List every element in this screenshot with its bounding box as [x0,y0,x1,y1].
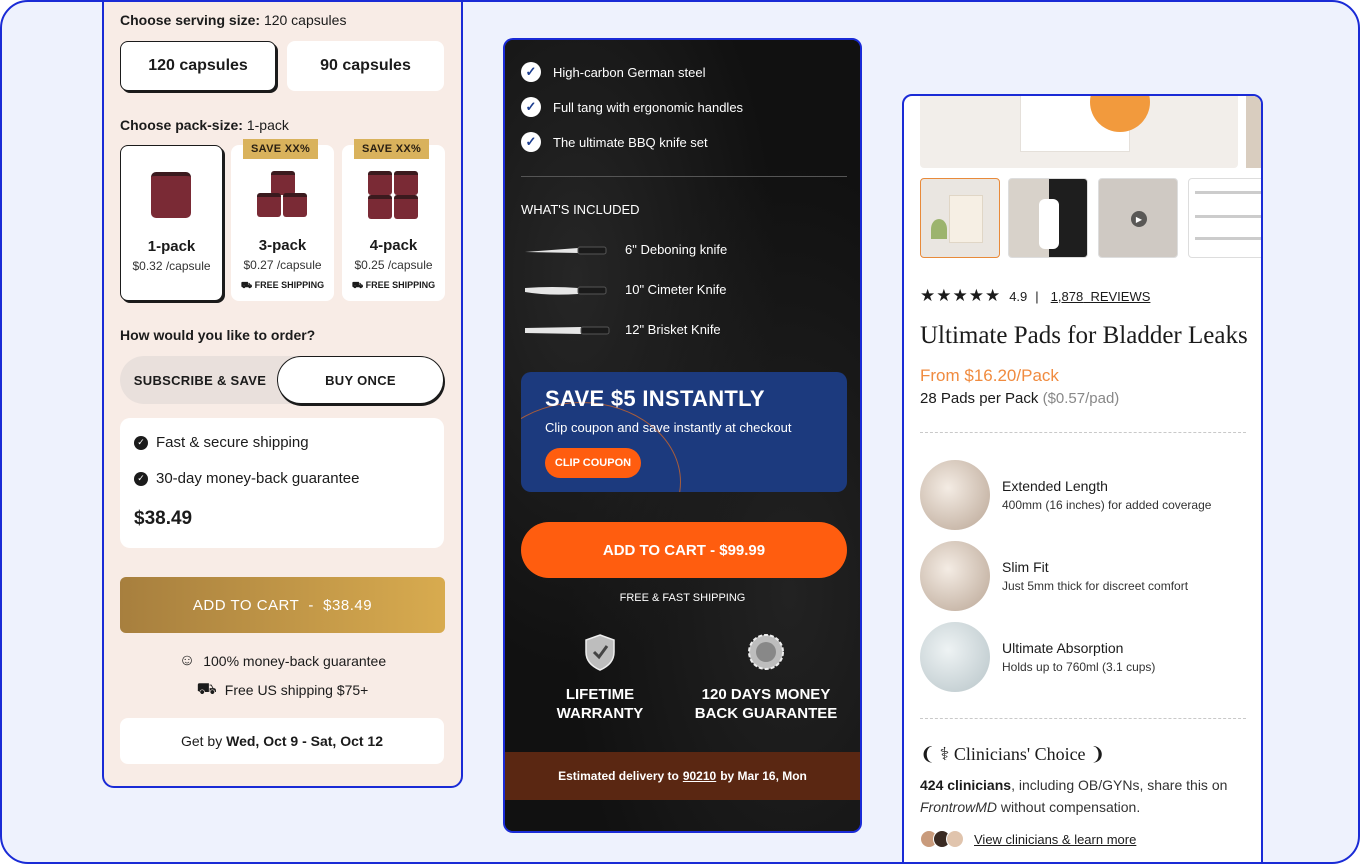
supplement-product-panel: Choose serving size: 120 capsules 120 ca… [102,2,463,788]
reviews-link[interactable]: 1,878 REVIEWS [1051,289,1151,304]
view-clinicians-row: View clinicians & learn more [920,830,1136,848]
feature-slim-fit: Slim Fit Just 5mm thick for discreet comf… [920,541,1188,611]
from-price: From $16.20/Pack [920,366,1059,385]
clinicians-text: 424 clinicians, including OB/GYNs, share… [920,777,1228,815]
save-badge: SAVE XX% [354,139,430,159]
star-rating-icon: ★★★★★ [920,286,1002,305]
feature-item: ✓ High-carbon German steel [521,62,705,82]
buy-once-option[interactable]: BUY ONCE [277,356,444,404]
pack-price: $0.32 /capsule [132,259,211,273]
cimeter-knife-icon [525,286,607,295]
benefits-box: ✓ Fast & secure shipping ✓ 30-day money-ba… [120,418,444,548]
pack-option-1[interactable]: 1-pack $0.32 /capsule [120,145,223,301]
gallery-thumbnail[interactable] [1188,178,1261,258]
zip-code-link[interactable]: 90210 [683,769,716,783]
pack-price: $0.27 /capsule [243,258,322,272]
money-back-guarantee: 120 DAYS MONEY BACK GUARANTEE [691,632,841,723]
subscribe-save-option[interactable]: SUBSCRIBE & SAVE [120,356,280,404]
feature-extended-length: Extended Length 400mm (16 inches) for add… [920,460,1211,530]
check-icon: ✓ [134,471,148,486]
clinician-avatars [920,830,964,848]
next-hero-image[interactable] [1246,96,1261,168]
check-circle-icon: ✓ [521,62,541,82]
product-hero-image[interactable] [920,96,1238,168]
canvas: Choose serving size: 120 capsules 120 ca… [0,0,1360,864]
clip-coupon-button[interactable]: CLIP COUPON [545,448,641,478]
pack-size-label: Choose pack-size: 1-pack [120,117,289,133]
pack-name: 3-pack [258,237,307,254]
check-circle-icon: ✓ [521,132,541,152]
coupon-subtitle: Clip coupon and save instantly at checko… [545,420,792,435]
free-shipping-tag: ⛟ FREE SHIPPING [240,280,325,290]
free-shipping-tag: ⛟ FREE SHIPPING [351,280,436,290]
order-type-label: How would you like to order? [120,327,316,343]
knife-name: 10" Cimeter Knife [625,282,727,297]
divider [521,176,847,177]
coupon-banner: SAVE $5 INSTANTLY Clip coupon and save i… [521,372,847,492]
decorative-arc [521,402,681,492]
knife-product-panel: ✓ High-carbon German steel ✓ Full tang wit… [503,38,862,833]
price: $38.49 [134,508,193,529]
delivery-estimate-bar: Estimated delivery to 90210 by Mar 16, M… [505,752,860,800]
whats-included-heading: WHAT'S INCLUDED [521,202,640,217]
rating-value: 4.9 [1009,288,1028,304]
check-circle-icon: ✓ [521,97,541,117]
feature-image [920,541,990,611]
knife-name: 12" Brisket Knife [625,322,721,337]
pack-name: 1-pack [147,238,196,255]
pack-info: 28 Pads per Pack ($0.57/pad) [920,390,1120,407]
benefit-item: ✓ 30-day money-back guarantee [134,470,359,487]
rating-row: ★★★★★ 4.9 | 1,878 REVIEWS [920,286,1150,306]
free-shipping-note: ⛟ Free US shipping $75+ [196,681,369,698]
add-to-cart-button[interactable]: ADD TO CART - $99.99 [521,522,847,578]
gallery-thumbnail[interactable] [920,178,1000,258]
view-clinicians-link[interactable]: View clinicians & learn more [974,832,1136,847]
pack-name: 4-pack [369,237,418,254]
add-to-cart-button[interactable]: ADD TO CART - $38.49 [120,577,445,633]
feature-item: ✓ The ultimate BBQ knife set [521,132,708,152]
laurel-right-icon: ❩ [1090,744,1106,764]
coupon-title: SAVE $5 INSTANTLY [545,386,765,411]
delivery-estimate: Get by Wed, Oct 9 - Sat, Oct 12 [120,718,444,764]
divider [920,718,1246,719]
divider [920,432,1246,433]
brisket-knife-icon [525,326,610,335]
feature-ultimate-absorption: Ultimate Absorption Holds up to 760ml (3.… [920,622,1155,692]
clinicians-choice-heading: ❨ ⚕ Clinicians' Choice ❩ [920,744,1106,764]
order-type-toggle: SUBSCRIBE & SAVE BUY ONCE [120,356,444,404]
serving-option-90[interactable]: 90 capsules [287,41,444,91]
truck-icon: ⛟ [196,681,217,698]
laurel-left-icon: ❨ ⚕ [920,744,950,764]
separator: | [1035,288,1039,304]
shipping-note: FREE & FAST SHIPPING [619,592,746,604]
pack-option-4[interactable]: SAVE XX% 4-pack $0.25 /capsule ⛟ FREE SH… [342,139,445,301]
shield-icon [585,634,615,671]
serving-option-120[interactable]: 120 capsules [120,41,276,91]
pads-product-panel: ▶ ★★★★★ 4.9 | 1,878 REVIEWS Ultimate Pad… [902,94,1263,862]
deboning-knife-icon [525,246,607,255]
smiley-icon: ☺ [178,652,196,669]
gallery-thumbnail[interactable] [1008,178,1088,258]
feature-image [920,622,990,692]
product-title: Ultimate Pads for Bladder Leaks [920,322,1248,349]
serving-size-label: Choose serving size: 120 capsules [120,12,347,28]
lifetime-warranty: LIFETIME WARRANTY [525,632,675,723]
check-icon: ✓ [134,435,148,450]
feature-item: ✓ Full tang with ergonomic handles [521,97,743,117]
benefit-item: ✓ Fast & secure shipping [134,434,309,451]
feature-image [920,460,990,530]
pack-option-3[interactable]: SAVE XX% 3-pack $0.27 /capsule ⛟ FREE SH… [231,139,334,301]
save-badge: SAVE XX% [243,139,319,159]
pack-price: $0.25 /capsule [354,258,433,272]
seal-icon [748,634,784,670]
knife-name: 6" Deboning knife [625,242,728,257]
play-icon: ▶ [1131,211,1147,227]
money-back-guarantee: ☺ 100% money-back guarantee [178,652,387,669]
gallery-video-thumbnail[interactable]: ▶ [1098,178,1178,258]
